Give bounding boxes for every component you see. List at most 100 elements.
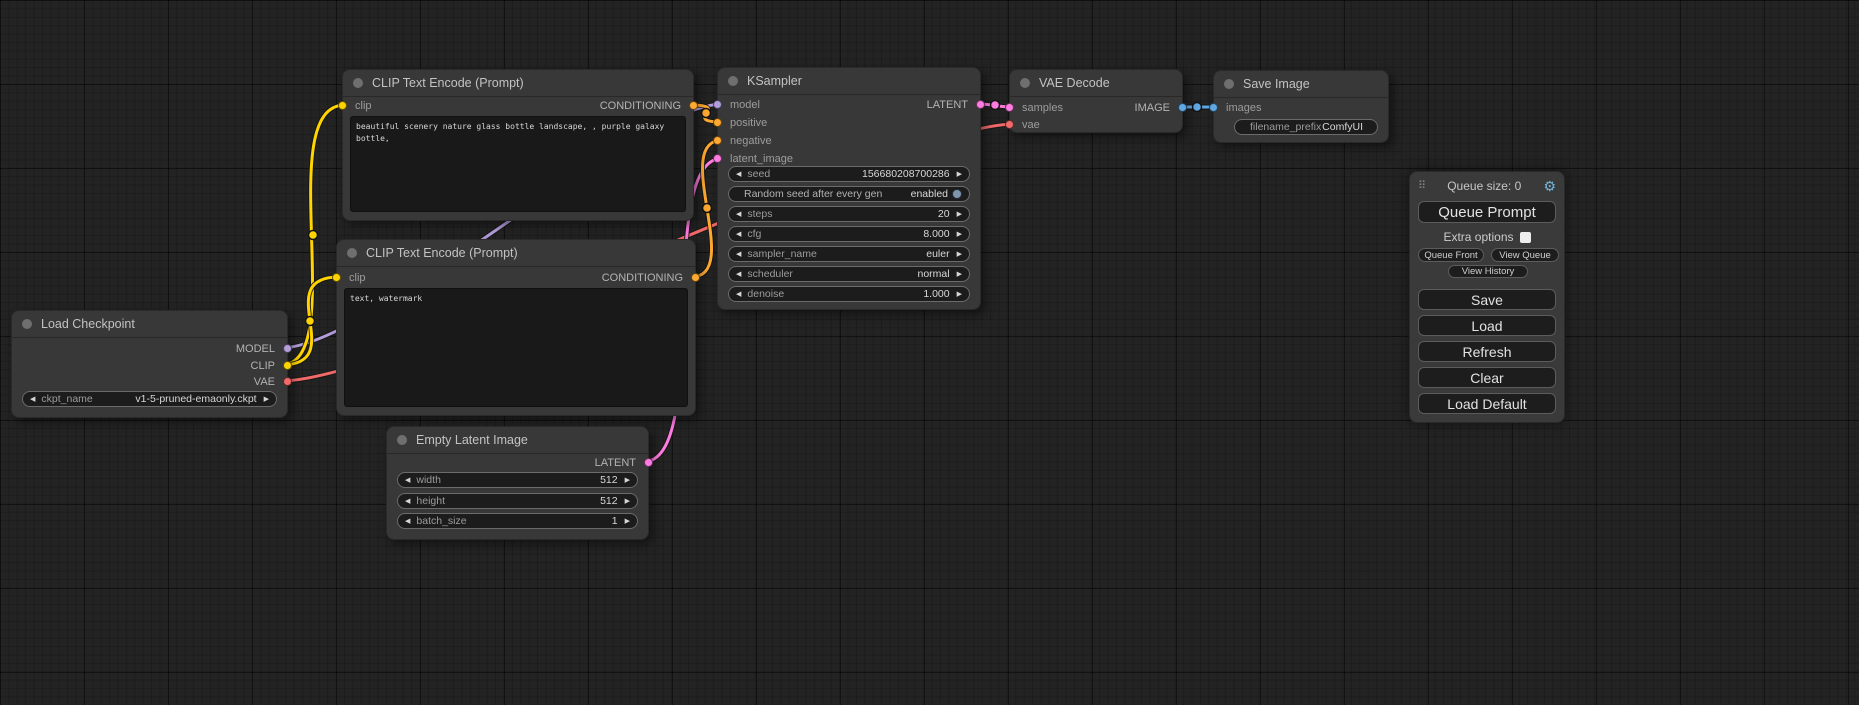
extra-options-checkbox[interactable] [1520, 232, 1531, 243]
link-midpoint-dot [703, 204, 712, 213]
node-vae-decode[interactable]: VAE Decode samples IMAGE vae [1009, 69, 1183, 133]
collapse-dot-icon[interactable] [22, 319, 32, 329]
filename-prefix-widget[interactable]: filename_prefix ComfyUI [1234, 119, 1378, 135]
node-titlebar[interactable]: Empty Latent Image [387, 427, 648, 454]
latent-output-port[interactable] [644, 458, 653, 467]
collapse-dot-icon[interactable] [347, 248, 357, 258]
images-input-port[interactable] [1209, 103, 1218, 112]
random-seed-toggle[interactable]: Random seed after every gen enabled [728, 186, 970, 202]
view-history-button[interactable]: View History [1448, 265, 1528, 278]
node-titlebar[interactable]: Load Checkpoint [12, 311, 287, 338]
queue-prompt-button[interactable]: Queue Prompt [1418, 201, 1556, 223]
input-label: model [730, 99, 760, 111]
port-row: clip CONDITIONING [337, 271, 695, 285]
scheduler-widget[interactable]: ◀ scheduler normal ▶ [728, 266, 970, 282]
node-empty-latent-image[interactable]: Empty Latent Image LATENT ◀ width 512 ▶ … [386, 426, 649, 540]
toggle-knob-icon[interactable] [952, 189, 962, 199]
queue-front-button[interactable]: Queue Front [1418, 248, 1484, 262]
load-button[interactable]: Load [1418, 315, 1556, 336]
decrement-arrow-icon[interactable]: ◀ [30, 396, 35, 403]
steps-widget[interactable]: ◀ steps 20 ▶ [728, 206, 970, 222]
output-label: CLIP [251, 360, 275, 372]
increment-arrow-icon[interactable]: ▶ [625, 518, 630, 525]
node-titlebar[interactable]: CLIP Text Encode (Prompt) [343, 70, 693, 97]
conditioning-output-port[interactable] [691, 273, 700, 282]
output-row: MODEL [12, 342, 287, 356]
decrement-arrow-icon[interactable]: ◀ [736, 291, 741, 298]
model-input-port[interactable] [713, 100, 722, 109]
model-output-port[interactable] [283, 344, 292, 353]
node-titlebar[interactable]: CLIP Text Encode (Prompt) [337, 240, 695, 267]
node-graph-canvas[interactable]: Load Checkpoint MODEL CLIP VAE ◀ ckpt_na… [0, 0, 1859, 705]
positive-input-port[interactable] [713, 118, 722, 127]
collapse-dot-icon[interactable] [353, 78, 363, 88]
increment-arrow-icon[interactable]: ▶ [957, 271, 962, 278]
queue-panel[interactable]: ⠿ Queue size: 0 ⚙ Queue Prompt Extra opt… [1409, 171, 1565, 423]
batch-size-widget[interactable]: ◀ batch_size 1 ▶ [397, 513, 638, 529]
increment-arrow-icon[interactable]: ▶ [957, 291, 962, 298]
settings-gear-icon[interactable]: ⚙ [1543, 179, 1556, 193]
clip-output-port[interactable] [283, 361, 292, 370]
widget-label: sampler_name [747, 248, 816, 260]
seed-widget[interactable]: ◀ seed 156680208700286 ▶ [728, 166, 970, 182]
increment-arrow-icon[interactable]: ▶ [625, 477, 630, 484]
width-widget[interactable]: ◀ width 512 ▶ [397, 472, 638, 488]
node-ksampler[interactable]: KSampler model LATENT positive negative … [717, 67, 981, 310]
vae-input-port[interactable] [1005, 120, 1014, 129]
ckpt-name-widget[interactable]: ◀ ckpt_name v1-5-pruned-emaonly.ckpt ▶ [22, 391, 277, 407]
port-row: images [1214, 101, 1388, 115]
node-clip-text-encode-negative[interactable]: CLIP Text Encode (Prompt) clip CONDITION… [336, 239, 696, 416]
refresh-button[interactable]: Refresh [1418, 341, 1556, 362]
latent-image-input-port[interactable] [713, 154, 722, 163]
prompt-textarea[interactable]: text, watermark [344, 288, 688, 407]
vae-output-port[interactable] [283, 377, 292, 386]
prompt-textarea[interactable]: beautiful scenery nature glass bottle la… [350, 116, 686, 212]
denoise-widget[interactable]: ◀ denoise 1.000 ▶ [728, 286, 970, 302]
increment-arrow-icon[interactable]: ▶ [957, 211, 962, 218]
decrement-arrow-icon[interactable]: ◀ [736, 211, 741, 218]
samples-input-port[interactable] [1005, 103, 1014, 112]
node-titlebar[interactable]: KSampler [718, 68, 980, 95]
conditioning-output-port[interactable] [689, 101, 698, 110]
sampler-name-widget[interactable]: ◀ sampler_name euler ▶ [728, 246, 970, 262]
link-midpoint-dot [309, 231, 318, 240]
view-queue-button[interactable]: View Queue [1491, 248, 1559, 262]
cfg-widget[interactable]: ◀ cfg 8.000 ▶ [728, 226, 970, 242]
increment-arrow-icon[interactable]: ▶ [957, 171, 962, 178]
increment-arrow-icon[interactable]: ▶ [264, 396, 269, 403]
node-titlebar[interactable]: Save Image [1214, 71, 1388, 98]
node-title: KSampler [747, 74, 802, 88]
decrement-arrow-icon[interactable]: ◀ [736, 251, 741, 258]
collapse-dot-icon[interactable] [1224, 79, 1234, 89]
load-default-button[interactable]: Load Default [1418, 393, 1556, 414]
decrement-arrow-icon[interactable]: ◀ [736, 271, 741, 278]
node-load-checkpoint[interactable]: Load Checkpoint MODEL CLIP VAE ◀ ckpt_na… [11, 310, 288, 418]
increment-arrow-icon[interactable]: ▶ [625, 498, 630, 505]
image-output-port[interactable] [1178, 103, 1187, 112]
decrement-arrow-icon[interactable]: ◀ [405, 498, 410, 505]
decrement-arrow-icon[interactable]: ◀ [736, 171, 741, 178]
height-widget[interactable]: ◀ height 512 ▶ [397, 493, 638, 509]
increment-arrow-icon[interactable]: ▶ [957, 251, 962, 258]
latent-output-port[interactable] [976, 100, 985, 109]
decrement-arrow-icon[interactable]: ◀ [736, 231, 741, 238]
decrement-arrow-icon[interactable]: ◀ [405, 477, 410, 484]
port-row: positive [718, 116, 980, 130]
save-button[interactable]: Save [1418, 289, 1556, 310]
node-save-image[interactable]: Save Image images filename_prefix ComfyU… [1213, 70, 1389, 143]
clip-input-port[interactable] [332, 273, 341, 282]
negative-input-port[interactable] [713, 136, 722, 145]
node-title: VAE Decode [1039, 76, 1110, 90]
increment-arrow-icon[interactable]: ▶ [957, 231, 962, 238]
collapse-dot-icon[interactable] [397, 435, 407, 445]
decrement-arrow-icon[interactable]: ◀ [405, 518, 410, 525]
widget-label: batch_size [416, 515, 466, 527]
drag-handle-icon[interactable]: ⠿ [1418, 179, 1425, 192]
node-titlebar[interactable]: VAE Decode [1010, 70, 1182, 97]
clip-input-port[interactable] [338, 101, 347, 110]
clear-button[interactable]: Clear [1418, 367, 1556, 388]
collapse-dot-icon[interactable] [728, 76, 738, 86]
node-clip-text-encode-positive[interactable]: CLIP Text Encode (Prompt) clip CONDITION… [342, 69, 694, 221]
input-label: latent_image [730, 153, 793, 165]
collapse-dot-icon[interactable] [1020, 78, 1030, 88]
